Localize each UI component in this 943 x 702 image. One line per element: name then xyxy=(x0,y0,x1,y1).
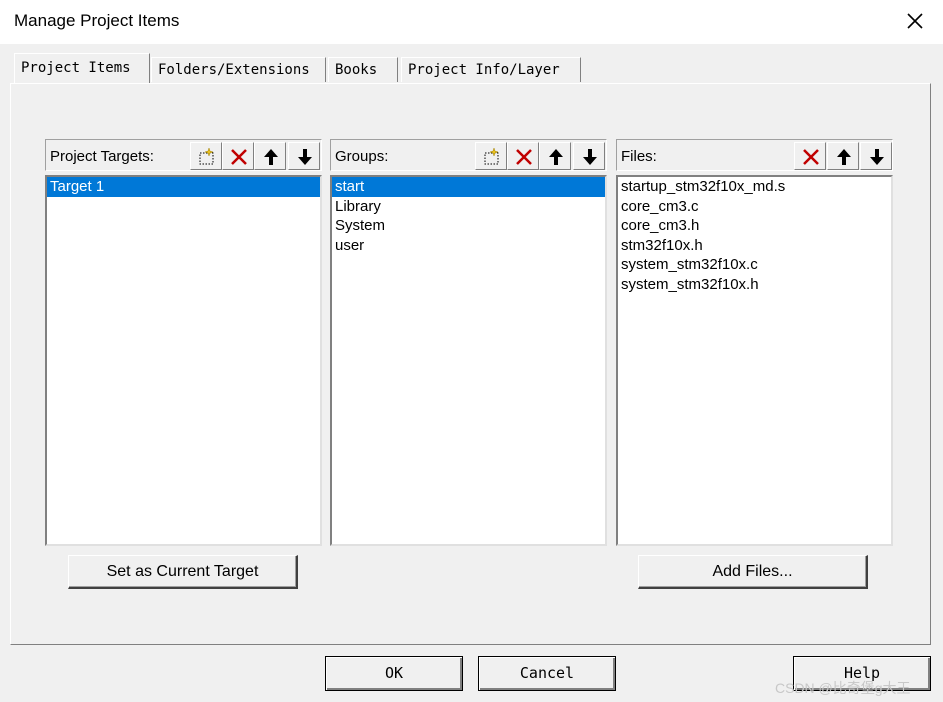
ok-button[interactable]: OK xyxy=(325,656,463,691)
targets-header: Project Targets: xyxy=(45,139,322,171)
files-list[interactable]: startup_stm32f10x_md.s core_cm3.c core_c… xyxy=(616,175,893,546)
move-down-icon xyxy=(870,149,884,165)
groups-label: Groups: xyxy=(335,148,389,165)
tab-project-items[interactable]: Project Items xyxy=(14,53,150,83)
delete-icon xyxy=(803,149,819,165)
list-item[interactable]: Target 1 xyxy=(47,177,320,197)
move-down-icon xyxy=(298,149,312,165)
new-group-button[interactable] xyxy=(475,142,507,170)
list-item[interactable]: user xyxy=(332,236,605,256)
list-item[interactable]: system_stm32f10x.c xyxy=(618,255,891,275)
list-item[interactable]: system_stm32f10x.h xyxy=(618,275,891,295)
cancel-button[interactable]: Cancel xyxy=(478,656,616,691)
tab-strip: Project Items Folders/Extensions Books P… xyxy=(0,44,943,84)
move-file-down-button[interactable] xyxy=(860,142,892,170)
move-up-icon xyxy=(549,149,563,165)
list-item[interactable]: startup_stm32f10x_md.s xyxy=(618,177,891,197)
targets-label: Project Targets: xyxy=(50,148,154,165)
new-icon xyxy=(199,147,214,165)
move-up-icon xyxy=(837,149,851,165)
tab-books[interactable]: Books xyxy=(328,57,398,82)
move-file-up-button[interactable] xyxy=(827,142,859,170)
close-icon[interactable] xyxy=(900,6,930,36)
move-target-up-button[interactable] xyxy=(254,142,286,170)
list-item[interactable]: start xyxy=(332,177,605,197)
list-item[interactable]: Library xyxy=(332,197,605,217)
delete-group-button[interactable] xyxy=(507,142,539,170)
move-group-up-button[interactable] xyxy=(539,142,571,170)
files-label: Files: xyxy=(621,148,657,165)
delete-icon xyxy=(231,149,247,165)
tab-folders-extensions[interactable]: Folders/Extensions xyxy=(151,57,326,82)
list-item[interactable]: core_cm3.c xyxy=(618,197,891,217)
add-files-button[interactable]: Add Files... xyxy=(638,555,868,589)
list-item[interactable]: System xyxy=(332,216,605,236)
new-icon xyxy=(484,147,499,165)
targets-list[interactable]: Target 1 xyxy=(45,175,322,546)
move-target-down-button[interactable] xyxy=(288,142,320,170)
delete-icon xyxy=(516,149,532,165)
tab-project-info-layer[interactable]: Project Info/Layer xyxy=(401,57,581,82)
move-group-down-button[interactable] xyxy=(573,142,605,170)
move-down-icon xyxy=(583,149,597,165)
groups-list[interactable]: start Library System user xyxy=(330,175,607,546)
window-title: Manage Project Items xyxy=(14,11,180,30)
delete-target-button[interactable] xyxy=(222,142,254,170)
new-target-button[interactable] xyxy=(190,142,222,170)
list-item[interactable]: core_cm3.h xyxy=(618,216,891,236)
groups-header: Groups: xyxy=(330,139,607,171)
title-bar: Manage Project Items xyxy=(0,0,943,44)
set-current-target-button[interactable]: Set as Current Target xyxy=(68,555,298,589)
files-header: Files: xyxy=(616,139,893,171)
list-item[interactable]: stm32f10x.h xyxy=(618,236,891,256)
watermark: CSDN @比奇堡g大王 xyxy=(775,680,911,696)
move-up-icon xyxy=(264,149,278,165)
delete-file-button[interactable] xyxy=(794,142,826,170)
